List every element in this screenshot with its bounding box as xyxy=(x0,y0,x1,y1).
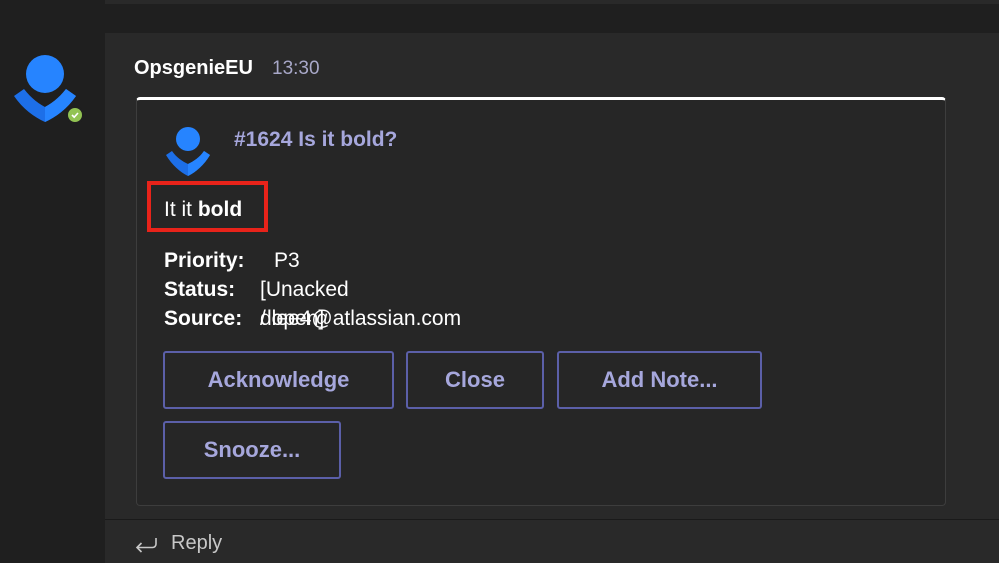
reply-arrow-icon[interactable] xyxy=(134,534,158,559)
alert-description: It it bold xyxy=(164,198,242,222)
opsgenie-logo-icon xyxy=(165,125,211,177)
add-note-button[interactable]: Add Note... xyxy=(557,351,762,409)
acknowledge-button[interactable]: Acknowledge xyxy=(163,351,394,409)
fact-key: Source: xyxy=(164,307,243,330)
fact-value: dlee4@atlassian.com xyxy=(260,307,462,330)
alert-title: #1624 Is it bold? xyxy=(234,128,398,151)
reply-bar[interactable] xyxy=(105,519,999,563)
sender-name[interactable]: OpsgenieEU xyxy=(134,57,253,80)
description-bold-text: bold xyxy=(197,198,243,221)
close-button[interactable]: Close xyxy=(406,351,544,409)
fact-source: Source: dlee4@atlassian.com xyxy=(164,304,461,333)
previous-message xyxy=(105,0,999,4)
message-timestamp: 13:30 xyxy=(272,58,320,79)
fact-key: Priority: xyxy=(164,249,245,272)
presence-available-icon xyxy=(66,106,84,124)
fact-key: Status: xyxy=(164,278,236,301)
description-plain-text: It it xyxy=(164,198,198,221)
alert-facts: Priority: P3 Status: [Unacked / open] So… xyxy=(164,246,461,333)
fact-priority: Priority: P3 xyxy=(164,246,300,275)
fact-value: P3 xyxy=(274,249,300,272)
snooze-button[interactable]: Snooze... xyxy=(163,421,341,479)
fact-status: Status: [Unacked / open] xyxy=(164,275,349,330)
reply-button[interactable]: Reply xyxy=(171,532,222,555)
